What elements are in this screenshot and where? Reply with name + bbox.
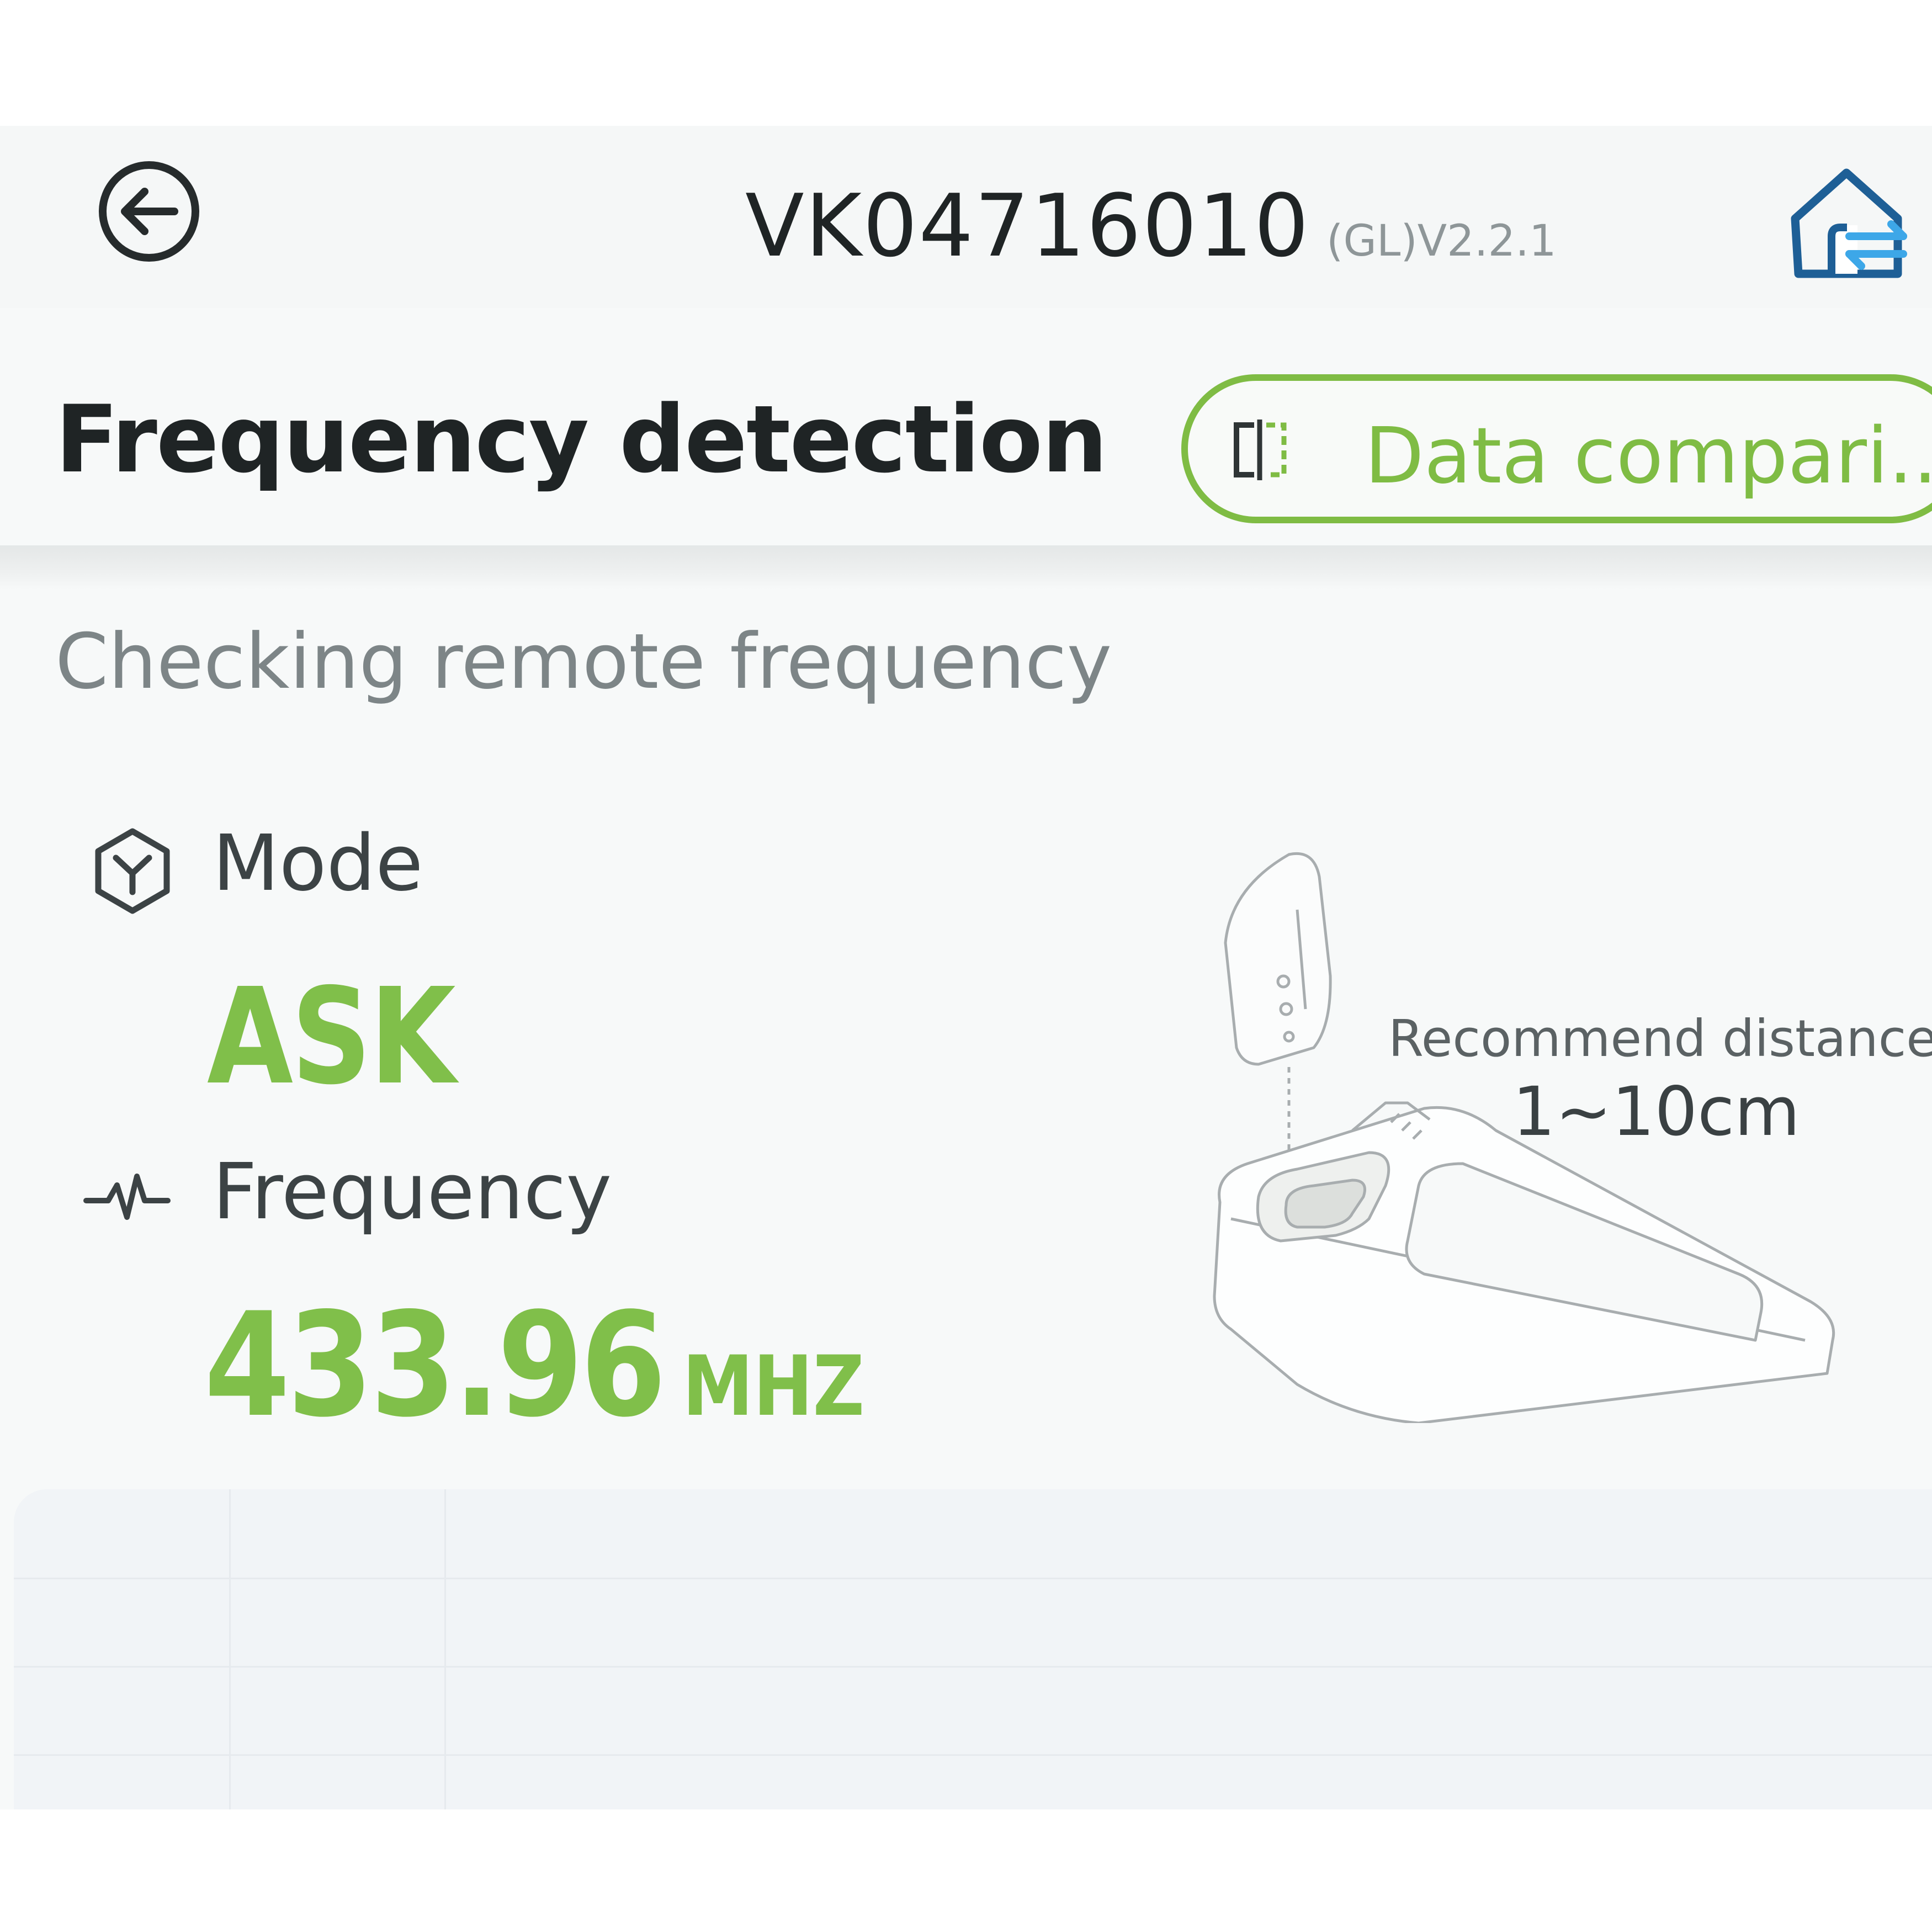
device-title: VK04716010 (GL)V2.2.1 — [745, 176, 1557, 276]
mode-value: ASK — [207, 959, 456, 1114]
grid-line — [14, 1666, 1932, 1668]
back-arrow-icon — [99, 161, 199, 262]
device-id: VK04716010 — [745, 176, 1310, 276]
page-title: Frequency detection — [55, 385, 1108, 493]
top-bar: VK04716010 (GL)V2.2.1 — [0, 126, 1932, 308]
data-comparison-label: Data compari... — [1365, 411, 1932, 501]
mode-label: Mode — [213, 819, 423, 909]
app-screen: VK04716010 (GL)V2.2.1 Frequency detection… — [0, 126, 1932, 1809]
home-switch-icon — [1791, 168, 1907, 278]
data-comparison-button[interactable]: Data compari... — [1181, 374, 1932, 523]
grid-line — [229, 1489, 231, 1809]
waveform-icon — [83, 1174, 171, 1220]
frequency-readout: 433.96 MHZ — [204, 1282, 864, 1449]
mode-icon — [95, 828, 170, 914]
recommend-distance-value: 1~10cm — [1512, 1073, 1801, 1151]
frequency-value: 433.96 — [204, 1282, 666, 1449]
grid-line — [14, 1754, 1932, 1756]
home-button[interactable] — [1783, 159, 1910, 286]
compare-icon — [1234, 420, 1287, 480]
header-divider — [0, 545, 1932, 590]
status-text: Checking remote frequency — [55, 617, 1112, 706]
grid-line — [14, 1578, 1932, 1579]
grid-line — [444, 1489, 446, 1809]
recommend-distance-label: Recommend distance — [1388, 1009, 1932, 1068]
frequency-label: Frequency — [213, 1147, 612, 1237]
back-button[interactable] — [94, 156, 204, 267]
firmware-version: (GL)V2.2.1 — [1326, 216, 1557, 266]
log-panel — [14, 1489, 1932, 1809]
frequency-unit: MHZ — [682, 1339, 865, 1435]
